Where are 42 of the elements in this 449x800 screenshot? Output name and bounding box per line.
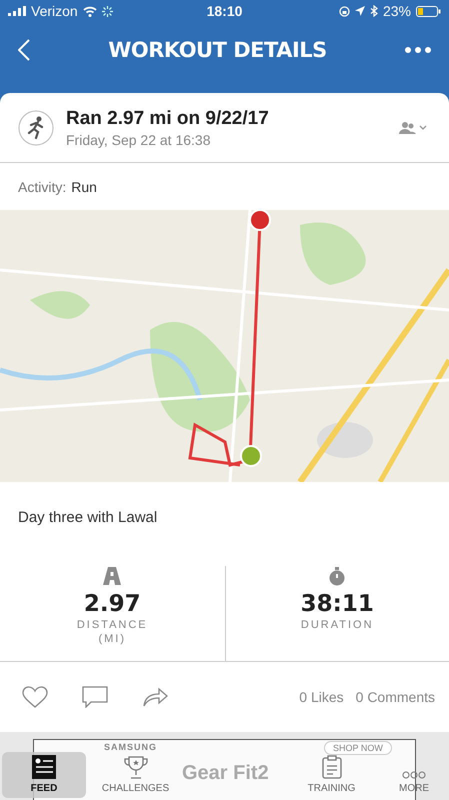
road-icon xyxy=(102,566,122,586)
share-arrow-icon xyxy=(142,687,168,707)
ad-brand: SAMSUNG xyxy=(104,742,158,752)
tab[interactable]: CHALLENGES xyxy=(90,752,181,798)
tab[interactable]: FEED xyxy=(2,752,86,798)
feed-icon xyxy=(32,755,56,779)
likes-link[interactable]: 0 Likes xyxy=(299,689,344,705)
tab[interactable]: TRAINING xyxy=(286,752,377,798)
orientation-lock-icon xyxy=(338,6,350,16)
comments-link[interactable]: 0 Comments xyxy=(356,689,435,705)
stat-value: 38:11 xyxy=(300,591,374,617)
location-arrow-icon xyxy=(354,6,365,16)
people-caret-icon xyxy=(399,120,427,134)
activity-label: Activity: xyxy=(18,178,66,194)
ellipsis-icon xyxy=(402,771,426,779)
speech-bubble-icon xyxy=(82,686,108,708)
signal-icon xyxy=(8,6,26,16)
ellipsis-icon xyxy=(404,47,431,53)
ad-product: Gear Fit2 xyxy=(182,762,269,785)
clock: 18:10 xyxy=(206,3,242,19)
back-icon xyxy=(18,39,30,61)
heart-icon xyxy=(22,686,48,708)
workout-note: Day three with Lawal xyxy=(17,508,158,528)
activity-value: Run xyxy=(71,178,97,194)
stat-unit: (MI) xyxy=(98,633,126,645)
carrier-name: Verizon xyxy=(31,3,78,19)
trophy-icon xyxy=(124,755,148,779)
battery-icon xyxy=(416,6,441,16)
runner-icon xyxy=(18,110,54,146)
stopwatch-icon xyxy=(327,566,348,586)
battery-percent: 23% xyxy=(382,3,411,19)
stat-value: 2.97 xyxy=(84,591,141,617)
shop-now-button[interactable]: SHOP NOW xyxy=(324,741,392,755)
workout-date: Friday, Sep 22 at 16:38 xyxy=(66,132,212,148)
wifi-icon xyxy=(82,6,97,16)
clipboard-icon xyxy=(320,755,344,779)
spinner-icon xyxy=(102,6,113,16)
workout-title: Ran 2.97 mi on 9/22/17 xyxy=(66,108,270,130)
screen-title: WORKOUT DETAILS xyxy=(108,38,327,62)
stat-label: DURATION xyxy=(300,619,374,631)
stat-label: DISTANCE xyxy=(76,619,148,631)
bluetooth-icon xyxy=(370,5,378,17)
